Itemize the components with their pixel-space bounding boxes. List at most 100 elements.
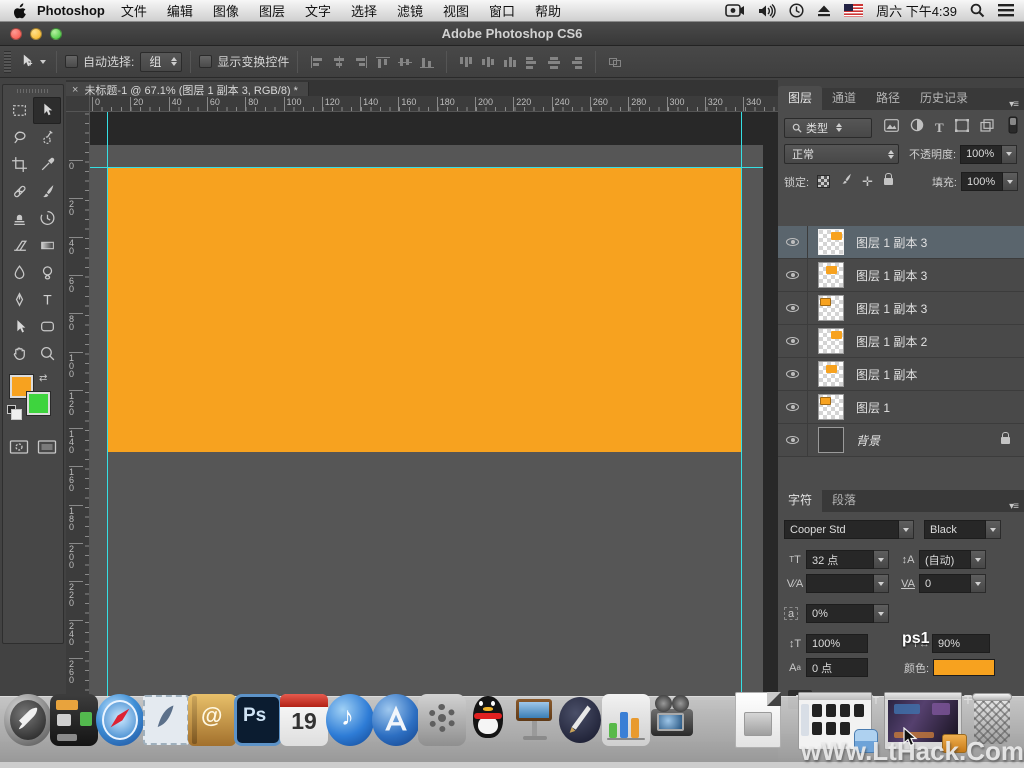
blur-tool[interactable] (5, 259, 33, 286)
vertical-ruler[interactable]: 020406080100120140160180200220240260280 (66, 112, 90, 700)
dock-item-app-switcher[interactable] (48, 692, 100, 748)
tracking-dropdown[interactable] (971, 574, 986, 593)
fill-dropdown-button[interactable] (1003, 172, 1018, 191)
crop-tool[interactable] (5, 151, 33, 178)
layer-row[interactable]: 图层 1 副本 3 (778, 259, 1024, 292)
swap-colors-icon[interactable]: ⇄ (39, 373, 47, 384)
lock-transparent-pixels-icon[interactable] (817, 175, 830, 188)
menubar-item[interactable]: 视图 (433, 1, 479, 20)
dock-item-launchpad[interactable] (2, 692, 54, 748)
tab-paths[interactable]: 路径 (866, 86, 910, 110)
panel-menu-icon[interactable]: ▾≡ (1009, 99, 1018, 110)
spotlight-search-icon[interactable] (970, 3, 985, 18)
minimize-window-button[interactable] (30, 28, 42, 40)
align-bottom-edges-icon[interactable] (419, 55, 435, 69)
menubar-item[interactable]: 滤镜 (387, 1, 433, 20)
vertical-scale-field[interactable]: 100% (806, 634, 868, 653)
options-bar-grip[interactable] (4, 51, 11, 73)
zoom-tool[interactable] (33, 340, 61, 367)
kerning-field[interactable] (806, 574, 874, 593)
menubar-item[interactable]: 编辑 (157, 1, 203, 20)
guide-vertical-left[interactable] (107, 112, 108, 700)
distribute-bottom-edges-icon[interactable] (502, 55, 518, 69)
eyedropper-tool[interactable] (33, 151, 61, 178)
pen-tool[interactable] (5, 286, 33, 313)
close-window-button[interactable] (10, 28, 22, 40)
leading-field[interactable]: (自动) (919, 550, 971, 569)
guide-horizontal-top[interactable] (90, 167, 763, 168)
history-brush-tool[interactable] (33, 205, 61, 232)
dock-item-system-preferences[interactable] (416, 692, 468, 748)
dock-item-calendar[interactable]: 19 (278, 692, 330, 748)
apple-menu[interactable] (14, 3, 27, 19)
spot-healing-brush-tool[interactable] (5, 178, 33, 205)
dock-item-mail[interactable] (140, 692, 192, 748)
font-family-field[interactable]: Cooper Std (784, 520, 899, 539)
layer-row[interactable]: 背景 (778, 424, 1024, 457)
tab-character[interactable]: 字符 (778, 488, 822, 512)
font-size-dropdown[interactable] (874, 550, 889, 569)
notification-center-icon[interactable] (998, 4, 1014, 17)
lock-image-pixels-icon[interactable] (839, 172, 853, 191)
quick-mask-mode-icon[interactable] (9, 439, 29, 460)
auto-select-dropdown[interactable]: 组 (140, 52, 182, 72)
clone-stamp-tool[interactable] (5, 205, 33, 232)
distribute-vertical-centers-icon[interactable] (480, 55, 496, 69)
dock-item-keynote[interactable] (508, 692, 560, 748)
canvas-viewport[interactable] (90, 112, 778, 700)
panel-menu-icon[interactable]: ▾≡ (1009, 501, 1018, 512)
rounded-rectangle-tool[interactable] (33, 313, 61, 340)
align-top-edges-icon[interactable] (375, 55, 391, 69)
tab-channels[interactable]: 通道 (822, 86, 866, 110)
filter-shape-layers-icon[interactable] (955, 119, 969, 137)
active-app-name[interactable]: Photoshop (37, 3, 105, 18)
hand-tool[interactable] (5, 340, 33, 367)
layer-visibility-toggle[interactable] (778, 424, 808, 456)
dock-item-imovie[interactable] (646, 692, 698, 748)
menubar-item[interactable]: 帮助 (525, 1, 571, 20)
opacity-field[interactable]: 100% (960, 145, 1002, 164)
fill-field[interactable]: 100% (961, 172, 1003, 191)
layer-visibility-toggle[interactable] (778, 391, 808, 423)
guide-vertical-right[interactable] (741, 112, 742, 700)
tracking-field[interactable]: 0 (919, 574, 971, 593)
blend-mode-select[interactable]: 正常 (784, 144, 899, 164)
align-left-edges-icon[interactable] (309, 55, 325, 69)
filter-type-layers-icon[interactable]: T (935, 120, 944, 136)
baseline-shift-field[interactable]: 0 点 (806, 658, 868, 677)
default-colors-icon[interactable] (7, 405, 16, 414)
font-style-dropdown[interactable] (986, 520, 1001, 539)
volume-icon[interactable] (758, 4, 776, 18)
menubar-item[interactable]: 选择 (341, 1, 387, 20)
dock-item-safari[interactable] (94, 692, 146, 748)
move-tool[interactable] (33, 97, 61, 124)
font-size-field[interactable]: 32 点 (806, 550, 874, 569)
menubar-item[interactable]: 图层 (249, 1, 295, 20)
orange-artwork-rectangle[interactable] (108, 168, 742, 452)
gradient-tool[interactable] (33, 232, 61, 259)
menubar-item[interactable]: 窗口 (479, 1, 525, 20)
zoom-window-button[interactable] (50, 28, 62, 40)
current-tool-icon[interactable] (19, 53, 46, 70)
tab-history[interactable]: 历史记录 (910, 86, 978, 110)
dock-item-itunes[interactable]: ♪ (324, 692, 376, 748)
dock-item-pages[interactable] (554, 692, 606, 748)
distribute-top-edges-icon[interactable] (458, 55, 474, 69)
horizontal-scale-field[interactable]: 90% (932, 634, 990, 653)
tab-paragraph[interactable]: 段落 (822, 488, 866, 512)
layer-visibility-toggle[interactable] (778, 325, 808, 357)
layer-row[interactable]: 图层 1 副本 (778, 358, 1024, 391)
filter-pixel-layers-icon[interactable] (884, 119, 899, 137)
dock-item-contacts[interactable]: @ (186, 692, 238, 748)
layer-row[interactable]: 图层 1 副本 3 (778, 292, 1024, 325)
filtering-toggle[interactable] (1008, 116, 1018, 139)
lock-all-icon[interactable] (884, 178, 893, 185)
font-style-field[interactable]: Black (924, 520, 986, 539)
menubar-item[interactable]: 文字 (295, 1, 341, 20)
close-tab-icon[interactable]: × (72, 84, 78, 96)
quick-selection-tool[interactable] (33, 124, 61, 151)
dock-item-qq[interactable] (462, 692, 514, 748)
align-horizontal-centers-icon[interactable] (331, 55, 347, 69)
layer-visibility-toggle[interactable] (778, 358, 808, 390)
type-tool[interactable]: T (33, 286, 61, 313)
